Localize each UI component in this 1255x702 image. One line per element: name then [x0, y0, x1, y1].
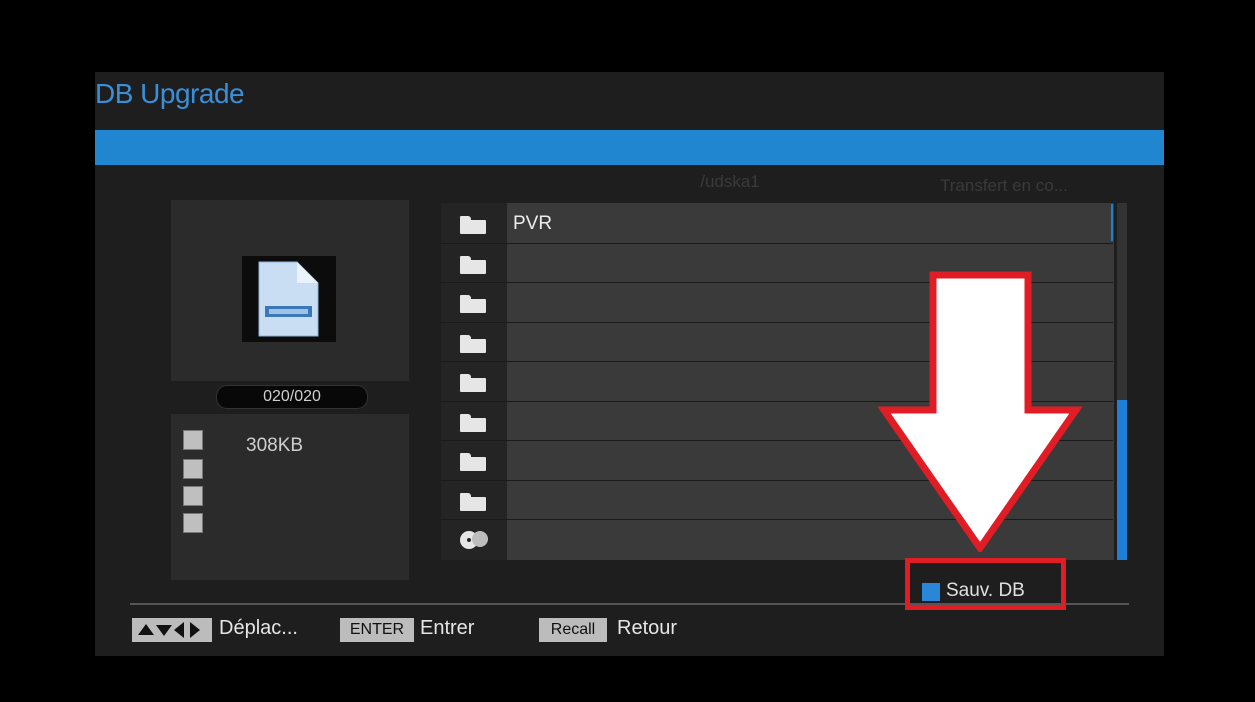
- transfer-status: Transfert en co...: [940, 176, 1068, 195]
- file-size: 308KB: [246, 435, 304, 456]
- folder-icon: [460, 256, 486, 274]
- person-icon: [183, 459, 203, 479]
- mail-icon: [183, 430, 203, 450]
- page-title: DB Upgrade: [95, 78, 245, 109]
- recall-label: Retour: [617, 617, 678, 639]
- file-row-label[interactable]: PVR: [513, 213, 552, 235]
- disc-icon: [458, 530, 492, 555]
- down-arrow-annotation: [878, 271, 1083, 552]
- enter-label: Entrer: [420, 617, 475, 639]
- folder-icon: [460, 493, 486, 511]
- folder-icon: [460, 335, 486, 353]
- folder-icon: [460, 216, 486, 234]
- highlight-box: [905, 558, 1066, 610]
- navigation-keys-icon: [132, 618, 212, 642]
- image-icon: [183, 486, 203, 506]
- folder-icon: [460, 414, 486, 432]
- shapes-icon: [183, 513, 203, 533]
- folder-icon: [460, 374, 486, 392]
- file-counter: 020/020: [216, 385, 368, 409]
- file-row-separator: [441, 243, 1113, 244]
- document-icon: [242, 256, 336, 342]
- recall-key[interactable]: Recall: [539, 618, 607, 642]
- folder-icon: [460, 453, 486, 471]
- selection-marker: [1111, 204, 1113, 241]
- move-label: Déplac...: [219, 617, 298, 639]
- enter-key[interactable]: ENTER: [340, 618, 414, 642]
- title-bar-accent: [95, 130, 1164, 165]
- scrollbar-thumb[interactable]: [1117, 400, 1127, 560]
- folder-icon: [460, 295, 486, 313]
- current-path: /udska1: [700, 172, 760, 191]
